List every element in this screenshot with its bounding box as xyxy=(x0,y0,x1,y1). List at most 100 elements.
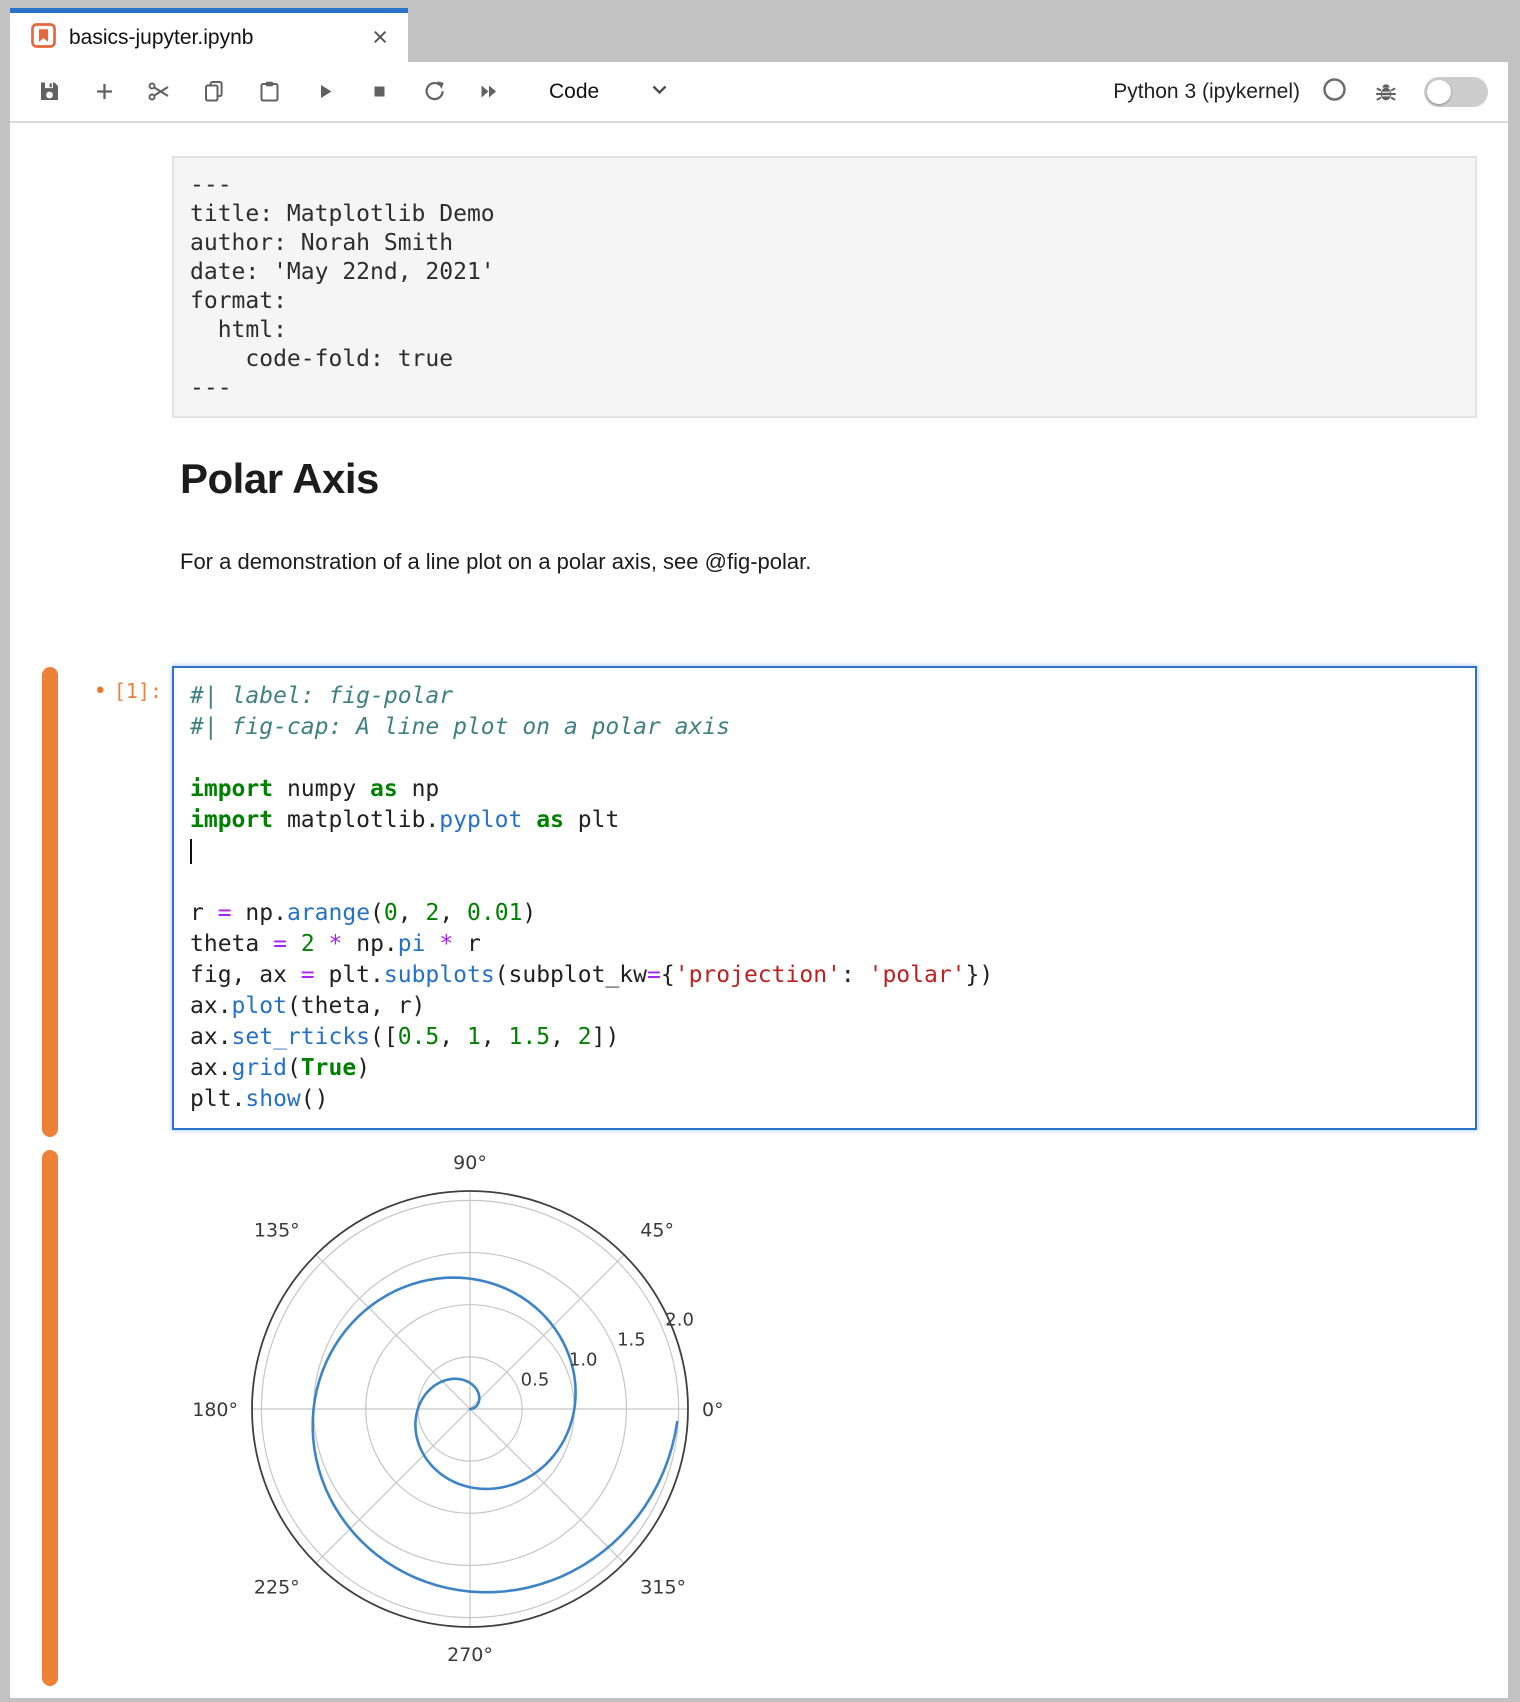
output-collapse-bar[interactable] xyxy=(42,1150,58,1686)
code-token: , xyxy=(439,1024,467,1050)
kernel-status-icon xyxy=(1321,76,1348,108)
code-token xyxy=(315,931,329,957)
theta-tick-label: 45° xyxy=(640,1220,674,1242)
raw-cell-line: --- xyxy=(190,171,1459,200)
save-button[interactable] xyxy=(32,75,66,109)
code-token: 'projection' xyxy=(675,962,841,988)
code-token: ([ xyxy=(370,1024,398,1050)
code-token: plt xyxy=(564,807,619,833)
code-token: = xyxy=(647,962,661,988)
interrupt-kernel-button[interactable] xyxy=(362,75,396,109)
raw-cell-line: code-fold: true xyxy=(190,345,1459,374)
code-line: import matplotlib.pyplot as plt xyxy=(190,805,1459,836)
code-line: ax.grid(True) xyxy=(190,1053,1459,1084)
raw-cell-line: html: xyxy=(190,316,1459,345)
tab-notebook[interactable]: basics-jupyter.ipynb × xyxy=(10,8,408,62)
code-token: , xyxy=(398,900,426,926)
simple-mode-toggle[interactable] xyxy=(1424,77,1488,107)
input-collapse-bar[interactable] xyxy=(42,667,58,1137)
cell-type-select[interactable]: Code xyxy=(549,77,672,107)
copy-cells-button[interactable] xyxy=(197,75,231,109)
code-token: import xyxy=(190,776,273,802)
raw-cell-line: format: xyxy=(190,287,1459,316)
code-token: (theta, r) xyxy=(287,993,425,1019)
code-token: = xyxy=(218,900,232,926)
execution-count: [1]: xyxy=(114,679,162,703)
theta-tick-label: 225° xyxy=(254,1576,300,1598)
theta-tick-label: 90° xyxy=(453,1152,487,1174)
code-token: = xyxy=(273,931,287,957)
raw-yaml-cell[interactable]: ---title: Matplotlib Demoauthor: Norah S… xyxy=(172,156,1477,418)
code-token: plt. xyxy=(315,962,384,988)
cell-type-value: Code xyxy=(549,80,599,104)
code-token: ) xyxy=(356,1055,370,1081)
code-token: as xyxy=(536,807,564,833)
cut-cells-button[interactable] xyxy=(142,75,176,109)
code-cell-editor[interactable]: #| label: fig-polar #| fig-cap: A line pl… xyxy=(172,666,1477,1130)
code-token: () xyxy=(301,1086,329,1112)
jupyterlab-window: basics-jupyter.ipynb × xyxy=(10,8,1508,1690)
code-token xyxy=(425,931,439,957)
code-token: (subplot_kw xyxy=(495,962,647,988)
modified-dot-icon: • xyxy=(94,679,107,704)
code-line xyxy=(190,743,1459,774)
tab-close-icon[interactable]: × xyxy=(368,24,392,51)
code-token: * xyxy=(329,931,343,957)
code-token: theta xyxy=(190,931,273,957)
tab-title: basics-jupyter.ipynb xyxy=(69,26,356,50)
bug-icon[interactable] xyxy=(1369,75,1403,109)
code-line: ax.set_rticks([0.5, 1, 1.5, 2]) xyxy=(190,1022,1459,1053)
r-tick-label: 2.0 xyxy=(665,1309,694,1330)
r-tick-label: 1.5 xyxy=(617,1329,646,1350)
r-tick-label: 0.5 xyxy=(521,1369,550,1390)
text-cursor xyxy=(190,839,192,864)
code-token: arange xyxy=(287,900,370,926)
theta-tick-label: 315° xyxy=(640,1576,686,1598)
spiral-line xyxy=(313,1278,677,1593)
code-token: ) xyxy=(522,900,536,926)
code-line: ax.plot(theta, r) xyxy=(190,991,1459,1022)
run-cell-button[interactable] xyxy=(307,75,341,109)
code-line: plt.show() xyxy=(190,1084,1459,1115)
paste-cells-button[interactable] xyxy=(252,75,286,109)
code-token: ]) xyxy=(592,1024,620,1050)
kernel-name[interactable]: Python 3 (ipykernel) xyxy=(1113,80,1300,104)
code-token: 'polar' xyxy=(869,962,966,988)
code-token: set_rticks xyxy=(232,1024,370,1050)
code-token: pi xyxy=(398,931,426,957)
code-token: , xyxy=(550,1024,578,1050)
code-token: , xyxy=(439,900,467,926)
raw-cell-line: author: Norah Smith xyxy=(190,229,1459,258)
code-token: 0.5 xyxy=(398,1024,440,1050)
code-token: * xyxy=(439,931,453,957)
code-token: numpy xyxy=(273,776,370,802)
code-token: matplotlib. xyxy=(273,807,439,833)
notebook-content: ---title: Matplotlib Demoauthor: Norah S… xyxy=(10,125,1508,1698)
restart-run-all-button[interactable] xyxy=(472,75,506,109)
restart-kernel-button[interactable] xyxy=(417,75,451,109)
insert-cell-button[interactable] xyxy=(87,75,121,109)
markdown-paragraph: For a demonstration of a line plot on a … xyxy=(180,549,811,575)
r-tick-label: 1.0 xyxy=(569,1349,598,1370)
code-token xyxy=(522,807,536,833)
code-token: , xyxy=(481,1024,509,1050)
code-token: 2 xyxy=(301,931,315,957)
raw-cell-line: date: 'May 22nd, 2021' xyxy=(190,258,1459,287)
code-token: ax. xyxy=(190,993,232,1019)
theta-tick-label: 270° xyxy=(447,1644,493,1666)
code-token: : xyxy=(841,962,869,988)
code-token: #| label: fig-polar xyxy=(190,683,453,709)
code-token: show xyxy=(245,1086,300,1112)
code-token: as xyxy=(370,776,398,802)
code-line: #| fig-cap: A line plot on a polar axis xyxy=(190,712,1459,743)
code-token: grid xyxy=(232,1055,287,1081)
code-line: r = np.arange(0, 2, 0.01) xyxy=(190,898,1459,929)
code-token: ( xyxy=(370,900,384,926)
code-token: = xyxy=(301,962,315,988)
code-token: #| fig-cap: A line plot on a polar axis xyxy=(190,714,730,740)
code-token: import xyxy=(190,807,273,833)
code-token: 0 xyxy=(384,900,398,926)
code-line xyxy=(190,867,1459,898)
code-token: plot xyxy=(232,993,287,1019)
code-line: theta = 2 * np.pi * r xyxy=(190,929,1459,960)
